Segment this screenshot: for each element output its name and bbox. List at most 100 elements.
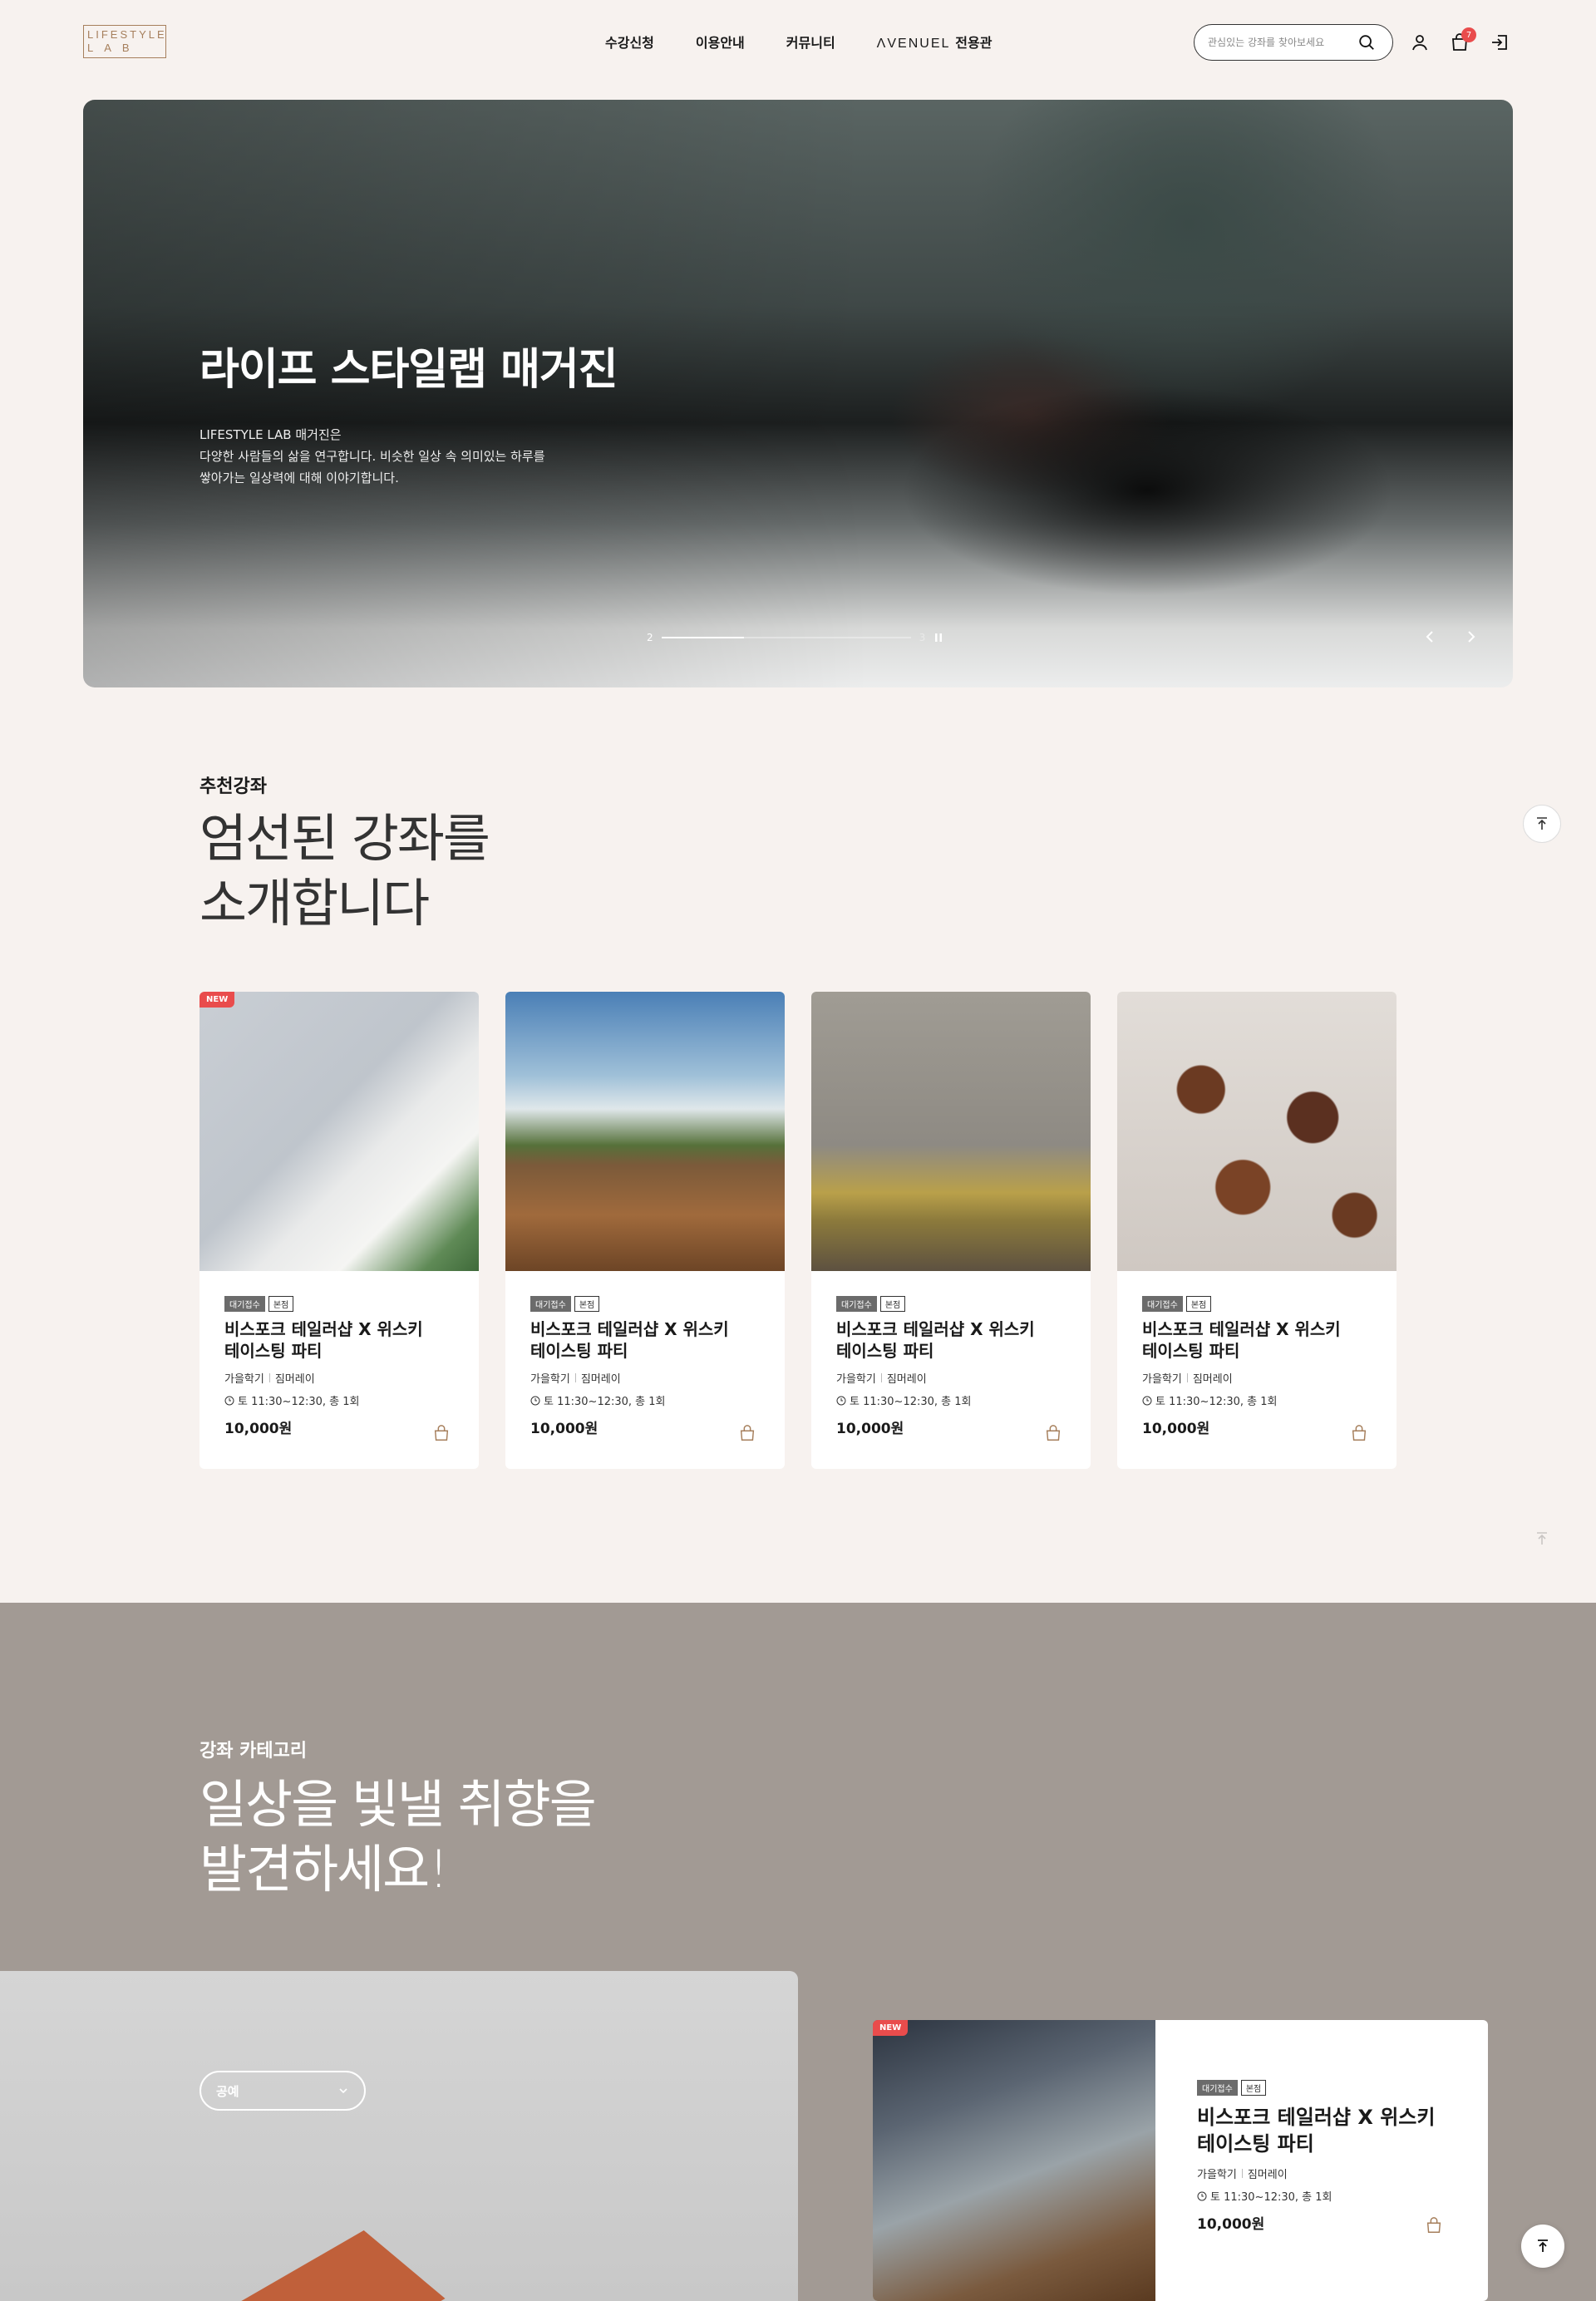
add-to-cart-icon[interactable] bbox=[1350, 1424, 1368, 1442]
user-icon bbox=[1412, 35, 1427, 51]
pause-icon[interactable] bbox=[933, 633, 943, 643]
new-badge: NEW bbox=[873, 2020, 909, 2036]
back-to-top-button[interactable] bbox=[1521, 2225, 1564, 2268]
course-title[interactable]: 비스포크 테일러샵 X 위스키 테이스팅 파티 bbox=[1142, 1318, 1372, 1362]
craft-object-image bbox=[219, 2230, 446, 2301]
status-tag: 대기접수 bbox=[836, 1296, 877, 1312]
status-tag: 대기접수 bbox=[224, 1296, 265, 1312]
status-tag: 대기접수 bbox=[530, 1296, 571, 1312]
add-to-cart-icon[interactable] bbox=[1425, 2216, 1443, 2234]
course-title[interactable]: 비스포크 테일러샵 X 위스키 테이스팅 파티 bbox=[1197, 2104, 1435, 2157]
category-label: 강좌 카테고리 bbox=[200, 1741, 308, 1761]
recommend-label: 추천강좌 bbox=[200, 776, 267, 797]
status-tag: 대기접수 bbox=[1142, 1296, 1183, 1312]
add-to-cart-icon[interactable] bbox=[738, 1424, 756, 1442]
cart-button[interactable]: 7 bbox=[1446, 27, 1476, 56]
course-teacher: 짐머레이 bbox=[1247, 2169, 1288, 2181]
logo-line2: LAB bbox=[87, 42, 140, 54]
current-slide: 2 bbox=[647, 632, 653, 643]
featured-course-card[interactable]: NEW 대기접수 본점 비스포크 테일러샵 X 위스키 테이스팅 파티 가을학기 짐… bbox=[873, 2020, 1488, 2301]
category-visual: 공예 bbox=[0, 1971, 798, 2301]
branch-tag: 본점 bbox=[574, 1296, 600, 1312]
slide-arrows bbox=[1421, 628, 1480, 645]
arrow-up-to-line-icon bbox=[1537, 817, 1547, 830]
nav-item-community[interactable]: 커뮤니티 bbox=[786, 32, 835, 52]
add-to-cart-icon[interactable] bbox=[1044, 1424, 1062, 1442]
course-card[interactable]: 대기접수 본점 비스포크 테일러샵 X 위스키 테이스팅 파티 가을학기 짐머레이 … bbox=[505, 992, 785, 1469]
course-price: 10,000원 bbox=[224, 1421, 293, 1437]
course-card[interactable]: 대기접수 본점 비스포크 테일러샵 X 위스키 테이스팅 파티 가을학기 짐머레이 … bbox=[1117, 992, 1396, 1469]
logo-line1: LIFESTYLE bbox=[87, 28, 167, 41]
course-card[interactable]: NEW 대기접수 본점 비스포크 테일러샵 X 위스키 테이스팅 파티 가을학기 짐… bbox=[200, 992, 479, 1469]
header: LIFESTYLE LAB 수강신청 이용안내 커뮤니티 ΛVENUEL 전용관… bbox=[0, 0, 1596, 85]
hero-banner: 라이프 스타일랩 매거진 LIFESTYLE LAB 매거진은 다양한 사람들의… bbox=[83, 100, 1513, 687]
course-price: 10,000원 bbox=[836, 1421, 904, 1437]
scroll-top-ghost bbox=[1525, 1521, 1559, 1556]
course-term: 가을학기 bbox=[224, 1373, 264, 1386]
chevron-down-icon bbox=[339, 2088, 347, 2094]
course-image-coffee: NEW bbox=[873, 2020, 1155, 2301]
category-section: 강좌 카테고리 일상을 빛낼 취향을 발견하세요! 공예 NEW 대기접수 본점 … bbox=[0, 1603, 1596, 2301]
course-schedule: 토 11:30~12:30, 총 1회 bbox=[1210, 2191, 1332, 2204]
course-title[interactable]: 비스포크 테일러샵 X 위스키 테이스팅 파티 bbox=[836, 1318, 1066, 1362]
course-teacher: 짐머레이 bbox=[1192, 1373, 1233, 1386]
course-image-yoga bbox=[811, 992, 1091, 1271]
course-image-tennis bbox=[505, 992, 785, 1271]
nav-item-register[interactable]: 수강신청 bbox=[605, 32, 654, 52]
course-card[interactable]: 대기접수 본점 비스포크 테일러샵 X 위스키 테이스팅 파티 가을학기 짐머레이 … bbox=[811, 992, 1091, 1469]
course-price: 10,000원 bbox=[1142, 1421, 1210, 1437]
hero-title: 라이프 스타일랩 매거진 bbox=[200, 345, 618, 395]
course-schedule: 토 11:30~12:30, 총 1회 bbox=[850, 1396, 972, 1408]
category-select-value: 공예 bbox=[216, 2083, 239, 2099]
course-teacher: 짐머레이 bbox=[580, 1373, 621, 1386]
course-title[interactable]: 비스포크 테일러샵 X 위스키 테이스팅 파티 bbox=[530, 1318, 760, 1362]
total-slides: 3 bbox=[919, 632, 926, 643]
avenuel-brand: ΛVENUEL bbox=[876, 37, 950, 51]
search-box bbox=[1194, 24, 1393, 61]
course-card-list: NEW 대기접수 본점 비스포크 테일러샵 X 위스키 테이스팅 파티 가을학기 짐… bbox=[200, 992, 1396, 1469]
course-schedule: 토 11:30~12:30, 총 1회 bbox=[1155, 1396, 1278, 1408]
add-to-cart-icon[interactable] bbox=[432, 1424, 451, 1442]
chevron-left-icon[interactable] bbox=[1421, 628, 1438, 645]
clock-icon bbox=[1142, 1396, 1152, 1405]
slide-controls: 2 3 bbox=[647, 632, 943, 643]
course-schedule: 토 11:30~12:30, 총 1회 bbox=[544, 1396, 666, 1408]
recommend-title: 엄선된 강좌를 소개합니다 bbox=[200, 808, 490, 934]
login-icon bbox=[1492, 35, 1507, 50]
course-teacher: 짐머레이 bbox=[274, 1373, 315, 1386]
course-image-book: NEW bbox=[200, 992, 479, 1271]
hero-description: LIFESTYLE LAB 매거진은 다양한 사람들의 삶을 연구합니다. 비슷… bbox=[200, 427, 545, 485]
branch-tag: 본점 bbox=[268, 1296, 294, 1312]
course-term: 가을학기 bbox=[530, 1373, 570, 1386]
category-select[interactable]: 공예 bbox=[200, 2071, 366, 2111]
search-icon[interactable] bbox=[1357, 33, 1376, 52]
nav-item-guide[interactable]: 이용안내 bbox=[696, 32, 745, 52]
course-term: 가을학기 bbox=[836, 1373, 876, 1386]
course-term: 가을학기 bbox=[1197, 2169, 1237, 2181]
scroll-top-button[interactable] bbox=[1523, 805, 1561, 843]
branch-tag: 본점 bbox=[879, 1296, 906, 1312]
course-image-pans bbox=[1117, 992, 1396, 1271]
clock-icon bbox=[1197, 2191, 1207, 2200]
status-tag: 대기접수 bbox=[1197, 2080, 1238, 2096]
course-price: 10,000원 bbox=[530, 1421, 598, 1437]
login-button[interactable] bbox=[1486, 29, 1513, 56]
nav-item-avenuel[interactable]: ΛVENUEL 전용관 bbox=[877, 32, 993, 52]
new-badge: NEW bbox=[200, 992, 235, 1008]
logo[interactable]: LIFESTYLE LAB bbox=[83, 25, 166, 58]
branch-tag: 본점 bbox=[1185, 1296, 1212, 1312]
course-teacher: 짐머레이 bbox=[886, 1373, 927, 1386]
chevron-right-icon[interactable] bbox=[1463, 628, 1480, 645]
clock-icon bbox=[224, 1396, 234, 1405]
search-input[interactable] bbox=[1208, 37, 1357, 48]
clock-icon bbox=[836, 1396, 846, 1405]
course-schedule: 토 11:30~12:30, 총 1회 bbox=[238, 1396, 360, 1408]
category-title: 일상을 빛낼 취향을 발견하세요! bbox=[200, 1774, 597, 1899]
user-button[interactable] bbox=[1406, 29, 1433, 56]
clock-icon bbox=[530, 1396, 540, 1405]
arrow-up-to-line-icon bbox=[1538, 2239, 1548, 2252]
branch-tag: 본점 bbox=[1240, 2080, 1267, 2096]
course-title[interactable]: 비스포크 테일러샵 X 위스키 테이스팅 파티 bbox=[224, 1318, 454, 1362]
arrow-up-to-line-icon bbox=[1537, 1532, 1547, 1545]
avenuel-suffix: 전용관 bbox=[955, 35, 993, 51]
